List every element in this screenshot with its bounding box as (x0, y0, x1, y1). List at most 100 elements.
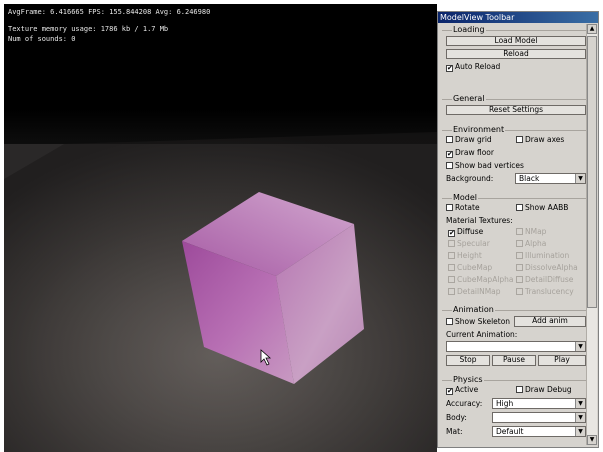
scroll-down-icon[interactable]: ▼ (587, 435, 597, 445)
toolbar-scrollbar[interactable]: ▲ ▼ (586, 24, 597, 445)
texture-checkbox-nmap: NMap (516, 227, 546, 236)
play-button[interactable]: Play (538, 355, 586, 366)
scroll-up-icon[interactable]: ▲ (587, 24, 597, 34)
checkbox-box-icon (516, 252, 523, 259)
texture-label: DissolveAlpha (525, 263, 578, 272)
draw-debug-box-icon (516, 386, 523, 393)
texture-label: CubeMap (457, 263, 493, 272)
chevron-down-icon[interactable]: ▼ (575, 399, 585, 408)
loading-group-title: Loading (452, 25, 486, 34)
physics-group-title: Physics (452, 375, 484, 384)
environment-group-title: Environment (452, 125, 506, 134)
texture-checkbox-detailnmap: DetailNMap (448, 287, 501, 296)
rotate-checkbox[interactable]: Rotate (446, 203, 480, 212)
add-anim-button[interactable]: Add anim (514, 316, 586, 327)
texture-label: Translucency (525, 287, 574, 296)
checkbox-box-icon (448, 288, 455, 295)
rotate-label: Rotate (455, 203, 480, 212)
show-bad-vertices-checkbox[interactable]: Show bad vertices (446, 161, 524, 170)
reset-settings-button[interactable]: Reset Settings (446, 105, 586, 115)
reload-button[interactable]: Reload (446, 49, 586, 59)
checkbox-box-icon (448, 252, 455, 259)
checkbox-box-icon (448, 240, 455, 247)
texture-label: Illumination (525, 251, 570, 260)
show-skeleton-box-icon (446, 318, 453, 325)
body-select[interactable]: ▼ (492, 412, 586, 423)
texture-checkbox-specular: Specular (448, 239, 490, 248)
checkbox-box-icon (516, 228, 523, 235)
material-textures-label: Material Textures: (446, 216, 513, 225)
show-skeleton-checkbox[interactable]: Show Skeleton (446, 317, 510, 326)
texture-checkbox-illumination: Illumination (516, 251, 569, 260)
texture-checkbox-detaildiffuse: DetailDiffuse (516, 275, 573, 284)
texture-label: Specular (457, 239, 490, 248)
show-aabb-checkbox[interactable]: Show AABB (516, 203, 568, 212)
chevron-down-icon[interactable]: ▼ (575, 174, 585, 183)
cube-model (182, 192, 364, 384)
background-label: Background: (446, 174, 494, 183)
animation-group-title: Animation (452, 305, 495, 314)
auto-reload-label: Auto Reload (455, 62, 501, 71)
animation-group: Animation Show Skeleton Add anim Current… (442, 305, 586, 373)
background-value: Black (519, 174, 540, 183)
draw-debug-checkbox[interactable]: Draw Debug (516, 385, 572, 394)
general-group: General Reset Settings (442, 94, 586, 122)
checkbox-box-icon (448, 276, 455, 283)
mat-value: Default (496, 427, 524, 436)
mat-label: Mat: (446, 427, 463, 436)
draw-floor-checkbox[interactable]: ✔ Draw floor (446, 148, 494, 158)
model-group: Model Rotate Show AABB Material Textures… (442, 193, 586, 307)
texture-checkbox-cubemapalpha: CubeMapAlpha (448, 275, 514, 284)
texture-checkbox-translucency: Translucency (516, 287, 574, 296)
rotate-box-icon (446, 204, 453, 211)
texture-checkbox-diffuse[interactable]: ✔ Diffuse (448, 227, 483, 237)
texture-label: Diffuse (457, 227, 484, 236)
draw-grid-box-icon (446, 136, 453, 143)
texture-label: Alpha (525, 239, 547, 248)
toolbar-title[interactable]: ModelView Toolbar (438, 12, 598, 23)
draw-axes-label: Draw axes (525, 135, 565, 144)
physics-active-label: Active (455, 385, 479, 394)
scrollbar-thumb[interactable] (587, 36, 597, 308)
pause-button[interactable]: Pause (492, 355, 536, 366)
model-group-title: Model (452, 193, 479, 202)
chevron-down-icon[interactable]: ▼ (575, 413, 585, 422)
physics-active-checkbox[interactable]: ✔ Active (446, 385, 478, 395)
checkbox-box-icon (516, 276, 523, 283)
show-skeleton-label: Show Skeleton (455, 317, 511, 326)
chevron-down-icon[interactable]: ▼ (575, 342, 585, 351)
show-bad-vertices-box-icon (446, 162, 453, 169)
3d-viewport[interactable]: AvgFrame: 6.416665 FPS: 155.844208 Avg: … (4, 4, 437, 452)
texture-checkbox-alpha: Alpha (516, 239, 546, 248)
checkbox-box-icon (516, 240, 523, 247)
draw-floor-label: Draw floor (455, 148, 494, 157)
texture-checkbox-height: Height (448, 251, 482, 260)
physics-active-check-icon: ✔ (446, 387, 453, 395)
draw-floor-check-icon: ✔ (446, 150, 453, 158)
accuracy-label: Accuracy: (446, 399, 483, 408)
current-animation-select[interactable]: ▼ (446, 341, 586, 352)
mouse-cursor-icon (260, 349, 272, 366)
auto-reload-checkbox[interactable]: ✔ Auto Reload (446, 62, 500, 72)
stop-button[interactable]: Stop (446, 355, 490, 366)
checkbox-box-icon (516, 264, 523, 271)
texture-label: CubeMapAlpha (457, 275, 514, 284)
checkbox-box-icon (448, 264, 455, 271)
checkbox-box-icon (516, 288, 523, 295)
texture-label: DetailDiffuse (525, 275, 574, 284)
check-icon: ✔ (448, 229, 455, 237)
modelview-toolbar: ModelView Toolbar ▲ ▼ Loading Load Model… (437, 11, 599, 448)
mat-select[interactable]: Default ▼ (492, 426, 586, 437)
draw-grid-checkbox[interactable]: Draw grid (446, 135, 492, 144)
texture-checkbox-cubemap: CubeMap (448, 263, 492, 272)
texture-label: Height (457, 251, 482, 260)
accuracy-select[interactable]: High ▼ (492, 398, 586, 409)
body-label: Body: (446, 413, 467, 422)
chevron-down-icon[interactable]: ▼ (575, 427, 585, 436)
loading-group: Loading Load Model Reload ✔ Auto Reload (442, 25, 586, 83)
background-select[interactable]: Black ▼ (515, 173, 586, 184)
general-group-title: General (452, 94, 486, 103)
draw-axes-checkbox[interactable]: Draw axes (516, 135, 564, 144)
load-model-button[interactable]: Load Model (446, 36, 586, 46)
environment-group: Environment Draw grid Draw axes ✔ Draw fl… (442, 125, 586, 191)
